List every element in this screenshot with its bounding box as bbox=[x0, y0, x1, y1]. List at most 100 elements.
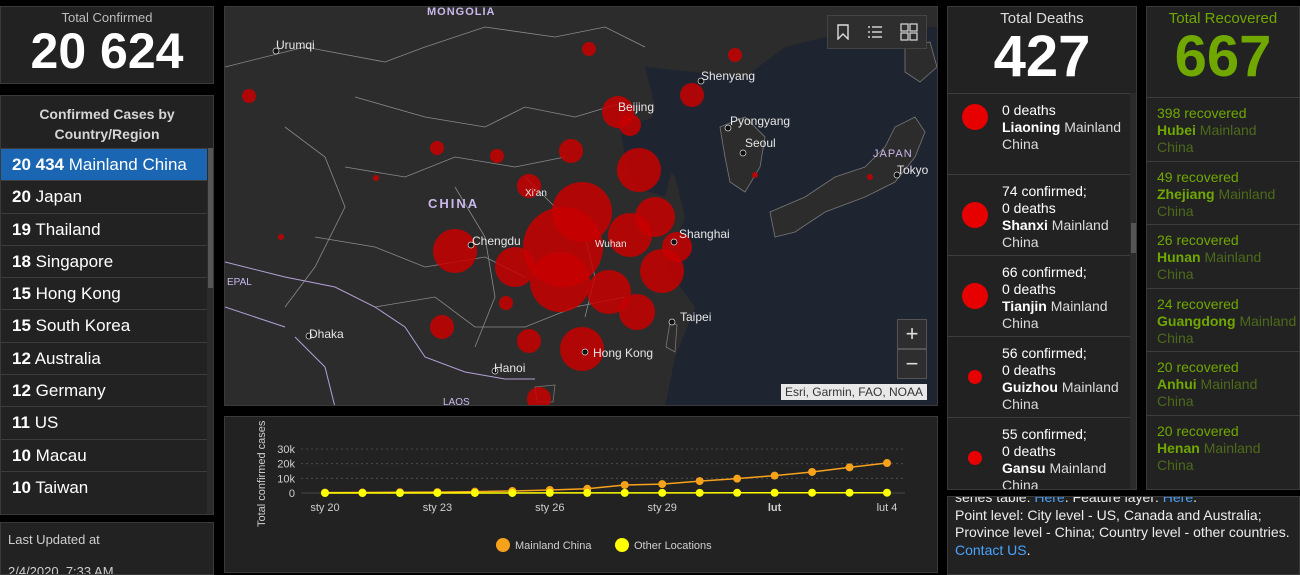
series-point[interactable] bbox=[583, 488, 592, 497]
death-row[interactable]: 56 confirmed; 0 deaths Guizhou Mainland Ch… bbox=[948, 336, 1130, 417]
series-point[interactable] bbox=[770, 488, 779, 497]
country-row[interactable]: 11 US bbox=[1, 406, 207, 438]
case-bubble bbox=[619, 294, 655, 330]
country-name: Hong Kong bbox=[35, 284, 121, 304]
cases-line-chart[interactable]: 0 10k 20k 30k sty 20 sty 23 sty 26 sty 29 lut lu… bbox=[225, 417, 938, 573]
recovered-row[interactable]: 24 recovered Guangdong Mainland China bbox=[1147, 287, 1299, 352]
death-confirmed: 74 confirmed; bbox=[1002, 183, 1087, 199]
series-point[interactable] bbox=[620, 480, 629, 489]
series-point[interactable] bbox=[620, 488, 629, 497]
case-bubble bbox=[495, 247, 535, 287]
legend-swatch[interactable] bbox=[615, 538, 629, 552]
country-panel-title: Confirmed Cases by Country/Region bbox=[39, 106, 175, 142]
label-wuhan: Wuhan bbox=[595, 239, 627, 250]
map-view[interactable]: MONGOLIA CHINA JAPAN EPAL LAOS Urumqi Sh… bbox=[224, 6, 938, 406]
series-point[interactable] bbox=[658, 480, 667, 489]
death-row[interactable]: 66 confirmed; 0 deaths Tianjin Mainland Ch… bbox=[948, 255, 1130, 336]
case-bubble bbox=[278, 234, 284, 240]
series-point[interactable] bbox=[845, 488, 854, 497]
series-point[interactable] bbox=[545, 488, 554, 497]
series-point[interactable] bbox=[733, 474, 742, 483]
case-bubble bbox=[640, 249, 684, 293]
country-name: Taiwan bbox=[35, 477, 89, 497]
country-name: Japan bbox=[35, 187, 82, 207]
series-point[interactable] bbox=[695, 477, 704, 486]
contact-us-link[interactable]: Contact US bbox=[955, 542, 1027, 558]
series-line bbox=[324, 462, 888, 494]
x-tick-label: sty 26 bbox=[535, 502, 564, 514]
scrollbar-thumb[interactable] bbox=[208, 148, 213, 288]
country-count: 18 bbox=[12, 251, 31, 271]
zoom-out-button[interactable]: − bbox=[897, 349, 927, 379]
country-row[interactable]: 10 Taiwan bbox=[1, 470, 207, 503]
label-seoul: Seoul bbox=[745, 136, 776, 150]
series-point[interactable] bbox=[508, 488, 517, 497]
series-point[interactable] bbox=[470, 488, 479, 497]
series-point[interactable] bbox=[808, 488, 817, 497]
case-bubble bbox=[680, 83, 704, 107]
series-point[interactable] bbox=[883, 459, 891, 468]
country-row[interactable]: 20 434 Mainland China bbox=[1, 148, 207, 181]
country-row[interactable]: 10 Macau bbox=[1, 438, 207, 471]
case-bubble bbox=[499, 296, 513, 310]
chart-x-ticks: sty 20 sty 23 sty 26 sty 29 lut lut 4 bbox=[310, 502, 897, 514]
series-point[interactable] bbox=[883, 488, 891, 497]
info-point-level: Point level: City level - US, Canada and… bbox=[955, 506, 1290, 541]
country-count: 11 bbox=[12, 413, 30, 433]
y-tick-label: 20k bbox=[277, 459, 295, 471]
recovered-row[interactable]: 398 recovered Hubei Mainland China bbox=[1147, 97, 1299, 161]
death-confirmed: 66 confirmed; bbox=[1002, 264, 1087, 280]
recovered-row[interactable]: 26 recovered Hunan Mainland China bbox=[1147, 224, 1299, 288]
country-list-scrollbar[interactable] bbox=[207, 148, 213, 514]
recovered-count: 49 recovered bbox=[1157, 168, 1239, 185]
country-row[interactable]: 20 Japan bbox=[1, 180, 207, 212]
basemap-gallery-icon[interactable] bbox=[900, 23, 918, 41]
recovered-province: Anhui bbox=[1157, 376, 1197, 392]
country-row[interactable]: 19 Thailand bbox=[1, 212, 207, 245]
death-province: Guizhou bbox=[1002, 379, 1058, 395]
legend-swatch[interactable] bbox=[496, 538, 510, 552]
legend-list-icon[interactable] bbox=[867, 24, 883, 40]
series-point[interactable] bbox=[358, 488, 367, 497]
country-row[interactable]: 12 Germany bbox=[1, 374, 207, 406]
death-row[interactable]: 0 deaths Liaoning Mainland China bbox=[948, 93, 1130, 174]
bookmark-icon[interactable] bbox=[836, 24, 850, 40]
time-series-link[interactable]: Here bbox=[1034, 497, 1064, 505]
country-row[interactable]: 12 Australia bbox=[1, 341, 207, 374]
feature-layer-link[interactable]: Here bbox=[1163, 497, 1193, 505]
map-attribution[interactable]: Esri, Garmin, FAO, NOAA bbox=[780, 384, 927, 400]
last-updated-value: 2/4/2020, 7:33 AM bbox=[8, 564, 114, 575]
case-bubble bbox=[619, 114, 641, 136]
series-point[interactable] bbox=[433, 488, 442, 497]
series-point[interactable] bbox=[733, 488, 742, 497]
series-point[interactable] bbox=[808, 467, 817, 476]
case-bubble bbox=[582, 42, 596, 56]
series-point[interactable] bbox=[321, 488, 329, 497]
recovered-row[interactable]: 49 recovered Zhejiang Mainland China bbox=[1147, 160, 1299, 225]
country-row[interactable]: 18 Singapore bbox=[1, 244, 207, 277]
death-row[interactable]: 74 confirmed; 0 deaths Shanxi Mainland Chi… bbox=[948, 174, 1130, 255]
death-row[interactable]: 55 confirmed; 0 deaths Gansu Mainland Chin… bbox=[948, 417, 1130, 489]
series-point[interactable] bbox=[770, 471, 779, 480]
death-dot bbox=[962, 283, 988, 309]
series-point[interactable] bbox=[395, 488, 404, 497]
legend-label[interactable]: Other Locations bbox=[634, 540, 712, 552]
country-row[interactable]: 15 Hong Kong bbox=[1, 277, 207, 309]
scrollbar-thumb[interactable] bbox=[1131, 223, 1136, 253]
series-point[interactable] bbox=[658, 488, 667, 497]
death-province: Shanxi bbox=[1002, 217, 1048, 233]
recovered-row[interactable]: 20 recovered Henan Mainland China bbox=[1147, 414, 1299, 479]
series-point[interactable] bbox=[845, 463, 854, 472]
map-canvas[interactable]: MONGOLIA CHINA JAPAN EPAL LAOS Urumqi Sh… bbox=[225, 7, 938, 406]
label-shenyang: Shenyang bbox=[701, 69, 755, 83]
recovered-count: 26 recovered bbox=[1157, 232, 1239, 248]
deaths-list-scrollbar[interactable] bbox=[1130, 93, 1136, 489]
zoom-in-button[interactable]: + bbox=[897, 319, 927, 349]
label-mongolia: MONGOLIA bbox=[427, 7, 496, 18]
series-point[interactable] bbox=[695, 488, 704, 497]
country-name: US bbox=[34, 413, 59, 433]
country-row[interactable]: 15 South Korea bbox=[1, 309, 207, 341]
chart-y-ticks: 0 10k 20k 30k bbox=[277, 444, 295, 500]
legend-label[interactable]: Mainland China bbox=[515, 540, 592, 552]
recovered-row[interactable]: 20 recovered Anhui Mainland China bbox=[1147, 351, 1299, 415]
